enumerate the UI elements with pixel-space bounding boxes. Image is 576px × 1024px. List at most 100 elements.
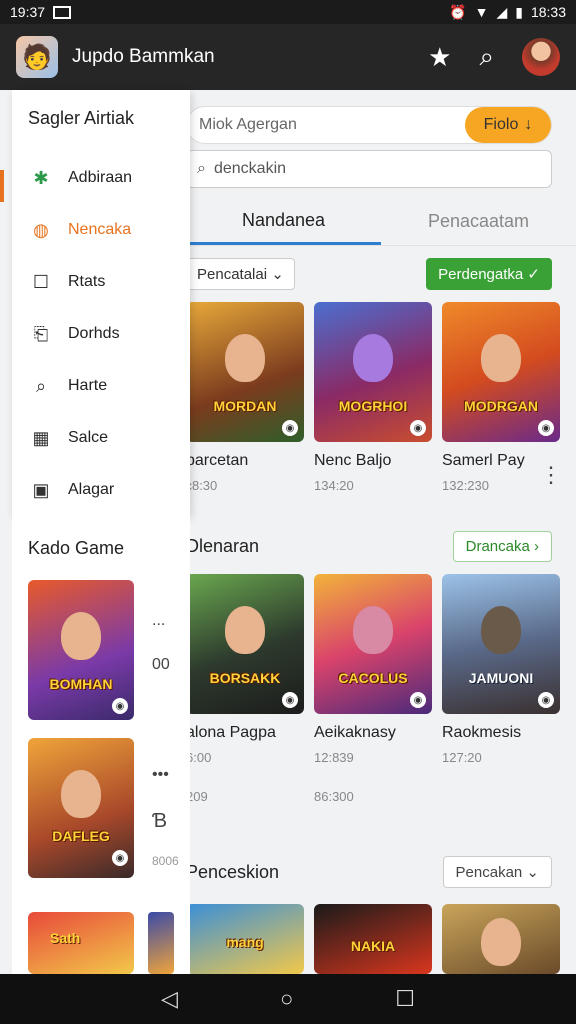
- drawer-item-label: Adbiraan: [68, 169, 133, 186]
- character-art: [481, 918, 521, 966]
- platform-badge-icon: ◉: [282, 692, 298, 708]
- game-thumbnail-partial[interactable]: [148, 912, 174, 974]
- thumbnail-title: Sath: [50, 930, 81, 946]
- character-art: [481, 334, 521, 382]
- avatar[interactable]: [522, 38, 560, 76]
- drawer-item-label: Nencaka: [68, 221, 132, 238]
- game-thumbnail: BORSAKK ◉: [186, 574, 304, 714]
- drawer-item-alagar[interactable]: ▣ Alagar: [12, 464, 190, 516]
- game-card[interactable]: CACOLUS ◉ Aeikaknasy 12:839 86:300: [314, 574, 432, 804]
- platform-badge-icon: ◉: [410, 420, 426, 436]
- game-thumbnail: JAMUONI ◉: [442, 574, 560, 714]
- game-thumbnail: BOMHAN ◉: [28, 580, 134, 720]
- game-card[interactable]: BOMHAN ◉: [28, 580, 134, 720]
- drawer-item-harte[interactable]: ⌕ Harte: [12, 360, 190, 412]
- arrow-down-icon: ↓: [524, 116, 533, 133]
- platform-badge-icon: ◉: [538, 692, 554, 708]
- game-card[interactable]: MOGRHOI ◉ Nenc Baljo 134:20: [314, 302, 432, 493]
- card-title: Nenc Baljo: [314, 452, 392, 469]
- sort-dropdown[interactable]: Pencakan ⌄: [442, 856, 552, 888]
- game-card[interactable]: NAKIA: [314, 904, 432, 974]
- main-content: Miok Agergan Fiolo ↓ ⌕ denckakin Nandane…: [186, 90, 576, 974]
- category-chip[interactable]: Pencatalai ⌄: [186, 258, 295, 290]
- search-field-primary-text: Miok Agergan: [199, 116, 297, 133]
- filter-button[interactable]: Fiolo ↓: [465, 107, 551, 143]
- game-card[interactable]: mang: [186, 904, 304, 974]
- drawer-item-salce[interactable]: ▦ Salce: [12, 412, 190, 464]
- panel-title: Kado Game: [28, 538, 125, 558]
- game-card[interactable]: MORDAN ◉ barcetan ɛ8:30: [186, 302, 304, 493]
- drawer-item-nencaka[interactable]: ◍ Nencaka: [12, 204, 190, 256]
- more-dots-icon[interactable]: •••: [152, 766, 169, 784]
- drawer-item-rtats[interactable]: ☐ Rtats: [12, 256, 190, 308]
- app-logo[interactable]: 🧑: [16, 36, 58, 78]
- character-art: [225, 606, 265, 654]
- puzzle-icon: ✱: [33, 167, 49, 188]
- infinity-icon: 00: [152, 656, 170, 673]
- platform-badge-icon: ◉: [112, 850, 128, 866]
- drawer-item-adbiraan[interactable]: ✱ Adbiraan: [12, 152, 190, 204]
- character-art: [353, 334, 393, 382]
- filter-button-label: Fiolo: [483, 116, 519, 133]
- recents-icon[interactable]: ☐: [395, 986, 415, 1012]
- card-title: barcetan: [186, 452, 249, 469]
- character-art: [61, 770, 101, 818]
- calendar-icon: ▦: [32, 427, 50, 448]
- thumbnail-title: CACOLUS: [338, 670, 408, 686]
- game-thumbnail: CACOLUS ◉: [314, 574, 432, 714]
- more-icon[interactable]: ...: [152, 612, 165, 630]
- search-input[interactable]: ⌕ denckakin: [186, 150, 552, 188]
- search-icon: ⌕: [35, 375, 47, 396]
- download-button[interactable]: Perdengatka ✓: [426, 258, 552, 290]
- section-action-button[interactable]: Drancaka ›: [452, 530, 552, 562]
- back-icon[interactable]: ◁: [161, 986, 178, 1012]
- square-icon: ☐: [32, 271, 50, 292]
- download-button-label: Perdengatka: [438, 266, 524, 283]
- character-art: [61, 612, 101, 660]
- status-time-right: 18:33: [530, 4, 566, 20]
- section-penceskion: Penceskion Pencakan ⌄ mang NAKIA: [186, 852, 576, 974]
- game-card[interactable]: DAFLEG ◉: [28, 738, 134, 878]
- tab-penacaatam[interactable]: Penacaatam: [381, 198, 576, 245]
- thumbnail-title: MODRGAN: [464, 398, 538, 414]
- app-bar: 🧑 Jupdo Bammkan ★ ⌕: [0, 24, 576, 90]
- game-card[interactable]: JAMUONI ◉ Raokmesis 127:20: [442, 574, 560, 804]
- drawer-item-label: Alagar: [68, 481, 115, 498]
- drawer-item-label: Harte: [68, 377, 108, 394]
- drawer-header: Sagler Airtiak: [28, 108, 135, 128]
- thumbnail-title: BORSAKK: [209, 670, 281, 686]
- card-time: ɛ8:30: [186, 478, 218, 493]
- search-icon[interactable]: ⌕: [479, 41, 494, 73]
- platform-badge-icon: ◉: [112, 698, 128, 714]
- system-nav-bar: ◁ ○ ☐: [0, 974, 576, 1024]
- thumbnail-title: JAMUONI: [468, 670, 534, 686]
- game-card[interactable]: [442, 904, 560, 974]
- drawer-item-dorhds[interactable]: ⎗ Dorhds: [12, 308, 190, 360]
- thumbnail-title: MOGRHOI: [338, 398, 408, 414]
- game-card[interactable]: Sath: [28, 912, 134, 974]
- app-title: Jupdo Bammkan: [72, 46, 215, 67]
- alarm-icon: ⏰: [449, 3, 467, 20]
- game-card[interactable]: BORSAKK ◉ alona Pagpa 6:00 209: [186, 574, 304, 804]
- home-icon[interactable]: ○: [280, 986, 293, 1012]
- character-art: [225, 334, 265, 382]
- battery-icon: ▮: [515, 3, 523, 20]
- thumbnail-title: NAKIA: [350, 938, 396, 954]
- status-time-left: 19:37: [10, 4, 46, 20]
- tab-nandanea[interactable]: Nandanea: [186, 198, 381, 245]
- more-vert-icon[interactable]: ⋮: [540, 462, 562, 488]
- search-input-placeholder: denckakin: [213, 160, 287, 177]
- star-icon[interactable]: ★: [428, 42, 451, 73]
- character-art: [481, 606, 521, 654]
- card-time-extra: 86:300: [314, 789, 354, 804]
- signal-icon: ◢: [496, 3, 508, 20]
- thumbnail-title: MORDAN: [213, 398, 277, 414]
- character-art: [353, 606, 393, 654]
- card-time: 12:839: [314, 750, 354, 765]
- sort-dropdown-label: Pencakan: [455, 864, 523, 881]
- section-featured: Pencatalai ⌄ Perdengatka ✓ MORDAN ◉ barc…: [186, 254, 576, 493]
- section-title: Penceskion: [186, 861, 280, 882]
- active-indicator: [0, 170, 4, 202]
- search-field-primary[interactable]: Miok Agergan Fiolo ↓: [186, 106, 552, 144]
- game-thumbnail: [442, 904, 560, 974]
